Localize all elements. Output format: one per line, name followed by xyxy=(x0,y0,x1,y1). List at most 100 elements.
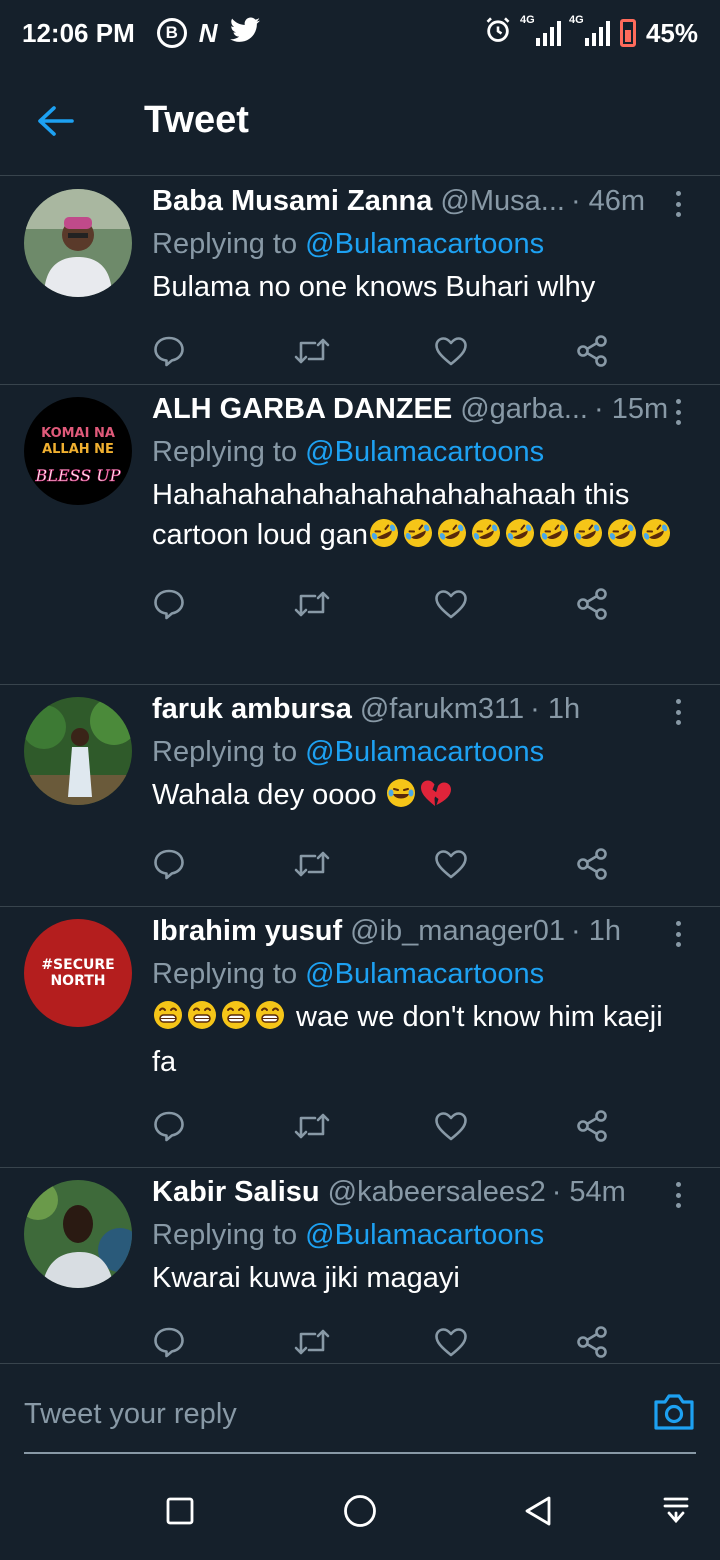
author-handle[interactable]: @ib_manager01 xyxy=(350,913,565,949)
avatar[interactable] xyxy=(24,1180,132,1288)
camera-button[interactable] xyxy=(652,1392,696,1432)
reply-button[interactable] xyxy=(152,1109,293,1143)
more-options-button[interactable] xyxy=(666,189,690,219)
more-options-button[interactable] xyxy=(666,697,690,727)
retweet-icon xyxy=(294,1113,330,1139)
avatar-text-line1: KOMAI NA xyxy=(41,426,115,441)
status-system-icons: 4G 4G 45% xyxy=(484,14,698,51)
avatar-text-line2: ALLAH NE xyxy=(42,442,114,457)
recent-apps-button[interactable] xyxy=(160,1491,200,1531)
reply-tweet[interactable]: #SECURE NORTH Ibrahim yusuf @ib_manager0… xyxy=(0,907,720,1168)
grin-emoji-icon xyxy=(152,999,184,1042)
retweet-button[interactable] xyxy=(293,589,434,619)
author-name[interactable]: Baba Musami Zanna xyxy=(152,183,432,219)
reply-tweet[interactable]: faruk ambursa @farukm311 · 1h Replying t… xyxy=(0,685,720,907)
home-circle-icon xyxy=(344,1495,376,1527)
more-options-button[interactable] xyxy=(666,919,690,949)
replies-feed[interactable]: Baba Musami Zanna @Musa... · 46m Replyin… xyxy=(0,177,720,1362)
b-circle-icon: B xyxy=(156,18,187,48)
retweet-button[interactable] xyxy=(293,336,434,366)
avatar[interactable]: #SECURE NORTH xyxy=(24,919,132,1027)
share-button[interactable] xyxy=(575,1325,716,1359)
more-options-button[interactable] xyxy=(666,397,690,427)
tweet-text: Kwarai kuwa jiki magayi xyxy=(152,1262,460,1294)
alarm-clock-icon xyxy=(484,16,512,51)
twitter-bird-icon xyxy=(229,17,260,50)
author-name[interactable]: Ibrahim yusuf xyxy=(152,913,342,949)
reply-tweet[interactable]: KOMAI NA ALLAH NE BLESS UP ALH GARBA DAN… xyxy=(0,385,720,685)
reply-button[interactable] xyxy=(152,847,293,881)
joy-emoji-icon xyxy=(385,777,417,820)
retweet-button[interactable] xyxy=(293,1111,434,1141)
author-handle[interactable]: @Musa... xyxy=(440,183,565,219)
more-options-button[interactable] xyxy=(666,1180,690,1210)
tweet-time: · 1h xyxy=(530,693,581,725)
author-name[interactable]: faruk ambursa xyxy=(152,691,352,727)
share-button[interactable] xyxy=(575,334,716,368)
author-name[interactable]: ALH GARBA DANZEE xyxy=(152,391,452,427)
back-button[interactable] xyxy=(0,66,110,176)
retweet-icon xyxy=(294,338,330,364)
replying-to: Replying to @Bulamacartoons xyxy=(152,228,545,260)
avatar[interactable] xyxy=(24,697,132,805)
like-button[interactable] xyxy=(434,589,575,619)
tweet-text: Bulama no one knows Buhari wlhy xyxy=(152,271,596,303)
replying-to: Replying to @Bulamacartoons xyxy=(152,736,545,768)
share-button[interactable] xyxy=(575,1109,716,1143)
reply-tweet[interactable]: Baba Musami Zanna @Musa... · 46m Replyin… xyxy=(0,177,720,385)
avatar-text-line2: NORTH xyxy=(50,973,105,989)
mention-link[interactable]: @Bulamacartoons xyxy=(305,228,544,260)
rofl-emoji-icon xyxy=(368,517,400,560)
mention-link[interactable]: @Bulamacartoons xyxy=(305,736,544,768)
reply-button[interactable] xyxy=(152,334,293,368)
comment-icon xyxy=(154,849,184,880)
author-handle[interactable]: @farukm311 xyxy=(360,691,524,727)
back-nav-button[interactable] xyxy=(518,1491,558,1531)
retweet-icon xyxy=(294,1329,330,1355)
like-button[interactable] xyxy=(434,1111,575,1141)
tweet-text-with-emoji: Hahahahahahahahahahahahaah this cartoon … xyxy=(152,475,720,560)
avatar[interactable]: KOMAI NA ALLAH NE BLESS UP xyxy=(24,397,132,505)
like-button[interactable] xyxy=(434,336,575,366)
back-triangle-icon xyxy=(525,1496,551,1526)
rofl-emoji-icon xyxy=(606,517,638,560)
comment-icon xyxy=(154,589,184,620)
share-icon xyxy=(577,1326,607,1358)
share-button[interactable] xyxy=(575,587,716,621)
like-button[interactable] xyxy=(434,849,575,879)
tweet-time: · 46m xyxy=(570,185,646,217)
reply-tweet[interactable]: Kabir Salisu @kabeersalees2 · 54m Replyi… xyxy=(0,1168,720,1362)
tweet-time: · 15m xyxy=(593,393,669,425)
reply-input[interactable] xyxy=(24,1386,624,1442)
tweet-header: faruk ambursa @farukm311 · 1h xyxy=(152,691,672,731)
retweet-button[interactable] xyxy=(293,849,434,879)
retweet-button[interactable] xyxy=(293,1327,434,1357)
input-underline xyxy=(24,1452,696,1454)
reply-button[interactable] xyxy=(152,1325,293,1359)
notification-pull-button[interactable] xyxy=(656,1491,696,1531)
battery-percent: 45% xyxy=(645,17,698,48)
signal-strength-icon: 4G xyxy=(520,14,561,46)
status-notification-icons: B N xyxy=(156,17,260,50)
avatar[interactable] xyxy=(24,189,132,297)
like-button[interactable] xyxy=(434,1327,575,1357)
tweet-actions xyxy=(152,1102,720,1164)
mention-link[interactable]: @Bulamacartoons xyxy=(305,436,544,468)
mention-link[interactable]: @Bulamacartoons xyxy=(305,1219,544,1251)
rofl-emoji-icon xyxy=(436,517,468,560)
author-name[interactable]: Kabir Salisu xyxy=(152,1174,320,1210)
heart-icon xyxy=(435,850,467,879)
heart-icon xyxy=(435,1328,467,1357)
arrow-left-icon xyxy=(38,105,74,136)
tweet-time: · 54m xyxy=(551,1176,626,1208)
share-icon xyxy=(577,335,607,367)
tweet-actions xyxy=(152,327,720,389)
rofl-emoji-icon xyxy=(504,517,536,560)
author-handle[interactable]: @kabeersalees2 xyxy=(328,1174,546,1210)
mention-link[interactable]: @Bulamacartoons xyxy=(305,958,544,990)
reply-button[interactable] xyxy=(152,587,293,621)
camera-icon xyxy=(654,1394,694,1430)
author-handle[interactable]: @garba... xyxy=(460,391,588,427)
share-button[interactable] xyxy=(575,847,716,881)
home-button[interactable] xyxy=(340,1491,380,1531)
